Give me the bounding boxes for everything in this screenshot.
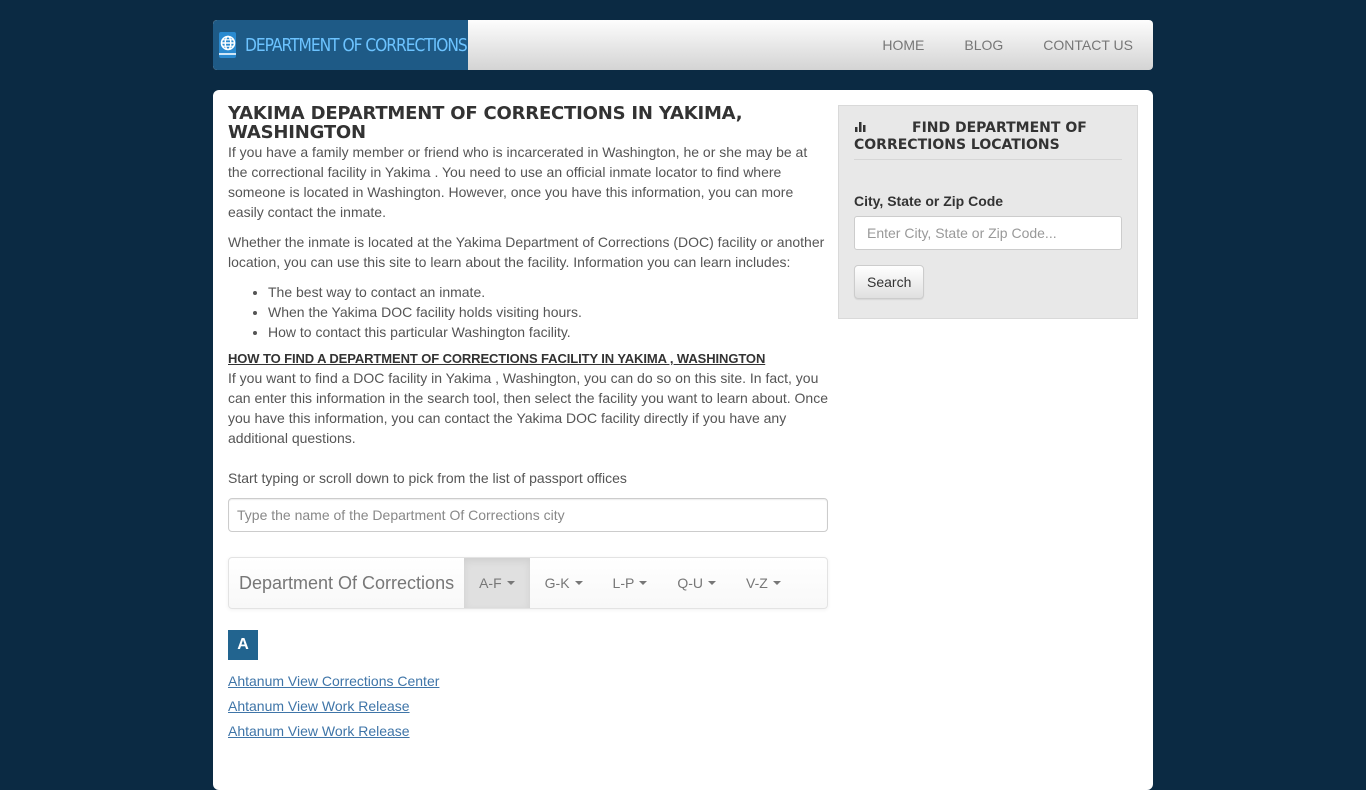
bar-chart-icon: [855, 122, 866, 132]
nav-contact-link[interactable]: CONTACT US: [1023, 37, 1153, 53]
tab-label: L-P: [612, 575, 635, 591]
tab-l-p[interactable]: L-P: [598, 558, 663, 608]
tab-q-u[interactable]: Q-U: [662, 558, 731, 608]
nav-home-link[interactable]: HOME: [862, 37, 944, 53]
tab-label: G-K: [544, 575, 570, 591]
pick-instruction: Start typing or scroll down to pick from…: [228, 470, 627, 486]
nav-links: HOME BLOG CONTACT US: [862, 20, 1153, 70]
facility-link[interactable]: Ahtanum View Corrections Center: [228, 669, 828, 694]
alphabet-nav: Department Of Corrections A-F G-K L-P Q-…: [228, 557, 828, 609]
sidebar-title-text: FIND DEPARTMENT OF CORRECTIONS LOCATIONS: [854, 120, 1087, 153]
content-container: YAKIMA DEPARTMENT OF CORRECTIONS IN YAKI…: [213, 90, 1153, 790]
tab-v-z[interactable]: V-Z: [731, 558, 796, 608]
caret-down-icon: [772, 581, 781, 585]
tab-a-f[interactable]: A-F: [464, 558, 530, 608]
letter-badge: A: [228, 630, 258, 660]
search-button[interactable]: Search: [854, 265, 925, 299]
facility-list: Ahtanum View Corrections Center Ahtanum …: [228, 669, 828, 744]
section-heading: HOW TO FIND A DEPARTMENT OF CORRECTIONS …: [228, 351, 766, 366]
list-item: When the Yakima DOC facility holds visit…: [268, 302, 828, 322]
locations-sidebar: FIND DEPARTMENT OF CORRECTIONS LOCATIONS…: [838, 105, 1138, 319]
brand-logo[interactable]: DEPARTMENT OF CORRECTIONS: [213, 20, 468, 70]
tab-label: V-Z: [746, 575, 768, 591]
location-field-label: City, State or Zip Code: [854, 193, 1004, 209]
caret-down-icon: [574, 581, 583, 585]
intro-paragraph: If you have a family member or friend wh…: [228, 144, 808, 220]
passport-globe-icon: [219, 32, 236, 58]
tab-label: A-F: [479, 575, 502, 591]
tab-label: Q-U: [677, 575, 703, 591]
tab-g-k[interactable]: G-K: [530, 558, 598, 608]
caret-down-icon: [708, 581, 716, 585]
nav-blog-link[interactable]: BLOG: [944, 37, 1023, 53]
sidebar-title: FIND DEPARTMENT OF CORRECTIONS LOCATIONS: [854, 120, 1122, 160]
top-navbar: DEPARTMENT OF CORRECTIONS HOME BLOG CONT…: [213, 20, 1153, 70]
page-title: YAKIMA DEPARTMENT OF CORRECTIONS IN YAKI…: [228, 103, 743, 143]
facility-link[interactable]: Ahtanum View Work Release: [228, 719, 828, 744]
caret-down-icon: [506, 581, 515, 585]
caret-down-icon: [639, 581, 648, 585]
location-search-input[interactable]: [854, 216, 1122, 250]
alphabet-nav-title[interactable]: Department Of Corrections: [229, 558, 464, 608]
info-list: The best way to contact an inmate. When …: [268, 282, 828, 342]
main-content: YAKIMA DEPARTMENT OF CORRECTIONS IN YAKI…: [228, 104, 828, 744]
how-to-paragraph: If you want to find a DOC facility in Ya…: [228, 370, 829, 446]
city-search-input[interactable]: [228, 498, 828, 532]
list-item: How to contact this particular Washingto…: [268, 322, 828, 342]
list-item: The best way to contact an inmate.: [268, 282, 828, 302]
facility-link[interactable]: Ahtanum View Work Release: [228, 694, 828, 719]
brand-title: DEPARTMENT OF CORRECTIONS: [245, 34, 468, 56]
info-paragraph: Whether the inmate is located at the Yak…: [228, 234, 825, 270]
